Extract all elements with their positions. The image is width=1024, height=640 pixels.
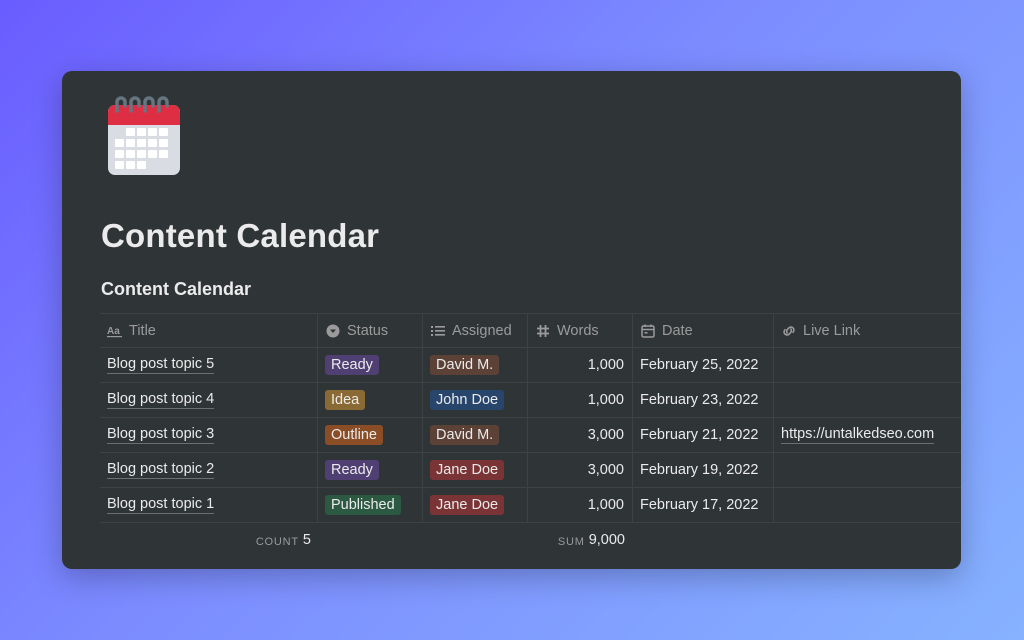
database-table: Aa Title Status Assigned Words Date Live… xyxy=(100,313,961,557)
column-header-date[interactable]: Date xyxy=(633,314,774,347)
cell-words[interactable]: 1,000 xyxy=(528,488,633,522)
date-value: February 19, 2022 xyxy=(640,462,759,478)
words-value: 3,000 xyxy=(587,427,624,443)
cell-status[interactable]: Ready xyxy=(318,453,423,487)
table-row[interactable]: Blog post topic 4 Idea John Doe 1,000 Februa… xyxy=(100,383,961,418)
words-value: 1,000 xyxy=(587,357,624,373)
cell-status[interactable]: Ready xyxy=(318,348,423,382)
cell-assigned[interactable]: Jane Doe xyxy=(423,453,528,487)
calendar-small-icon xyxy=(640,323,656,339)
words-value: 3,000 xyxy=(587,462,624,478)
row-title[interactable]: Blog post topic 2 xyxy=(107,461,215,479)
cell-assigned[interactable]: David M. xyxy=(423,348,528,382)
cell-date[interactable]: February 19, 2022 xyxy=(633,453,774,487)
cell-date[interactable]: February 25, 2022 xyxy=(633,348,774,382)
column-header-assigned[interactable]: Assigned xyxy=(423,314,528,347)
live-link[interactable]: https://untalkedseo.com xyxy=(781,426,935,444)
cell-title[interactable]: Blog post topic 3 xyxy=(100,418,318,452)
text-aa-icon: Aa xyxy=(107,323,123,339)
status-tag[interactable]: Ready xyxy=(325,355,379,375)
select-chevron-icon xyxy=(325,323,341,339)
database-title[interactable]: Content Calendar xyxy=(101,279,251,300)
hash-icon xyxy=(535,323,551,339)
date-value: February 21, 2022 xyxy=(640,427,759,443)
cell-assigned[interactable]: David M. xyxy=(423,418,528,452)
calendar-icon[interactable] xyxy=(106,95,182,177)
cell-words[interactable]: 1,000 xyxy=(528,348,633,382)
words-value: 1,000 xyxy=(587,392,624,408)
assigned-tag[interactable]: David M. xyxy=(430,355,500,375)
row-title[interactable]: Blog post topic 5 xyxy=(107,356,215,374)
date-value: February 25, 2022 xyxy=(640,357,759,373)
date-value: February 17, 2022 xyxy=(640,497,759,513)
list-icon xyxy=(430,323,446,339)
count-aggregate[interactable]: COUNT 5 xyxy=(100,523,318,557)
cell-words[interactable]: 3,000 xyxy=(528,453,633,487)
page-card: Content Calendar Content Calendar Aa Tit… xyxy=(62,71,961,569)
cell-date[interactable]: February 17, 2022 xyxy=(633,488,774,522)
cell-status[interactable]: Idea xyxy=(318,383,423,417)
row-title[interactable]: Blog post topic 1 xyxy=(107,496,215,514)
cell-live-link[interactable] xyxy=(774,453,961,487)
cell-live-link[interactable] xyxy=(774,348,961,382)
cell-words[interactable]: 1,000 xyxy=(528,383,633,417)
assigned-tag[interactable]: Jane Doe xyxy=(430,460,505,480)
sum-aggregate[interactable]: SUM 9,000 xyxy=(528,523,633,557)
date-value: February 23, 2022 xyxy=(640,392,759,408)
cell-date[interactable]: February 23, 2022 xyxy=(633,383,774,417)
svg-text:Aa: Aa xyxy=(107,326,120,337)
cell-title[interactable]: Blog post topic 2 xyxy=(100,453,318,487)
status-tag[interactable]: Published xyxy=(325,495,401,515)
column-header-status[interactable]: Status xyxy=(318,314,423,347)
cell-assigned[interactable]: John Doe xyxy=(423,383,528,417)
cell-status[interactable]: Outline xyxy=(318,418,423,452)
cell-title[interactable]: Blog post topic 1 xyxy=(100,488,318,522)
table-row[interactable]: Blog post topic 2 Ready Jane Doe 3,000 Febru… xyxy=(100,453,961,488)
link-icon xyxy=(781,323,797,339)
cell-live-link[interactable] xyxy=(774,383,961,417)
cell-status[interactable]: Published xyxy=(318,488,423,522)
cell-title[interactable]: Blog post topic 5 xyxy=(100,348,318,382)
table-row[interactable]: Blog post topic 1 Published Jane Doe 1,000 F… xyxy=(100,488,961,523)
assigned-tag[interactable]: David M. xyxy=(430,425,500,445)
column-header-words[interactable]: Words xyxy=(528,314,633,347)
words-value: 1,000 xyxy=(587,497,624,513)
cell-live-link[interactable]: https://untalkedseo.com xyxy=(774,418,961,452)
assigned-tag[interactable]: Jane Doe xyxy=(430,495,505,515)
cell-assigned[interactable]: Jane Doe xyxy=(423,488,528,522)
row-title[interactable]: Blog post topic 3 xyxy=(107,426,215,444)
cell-live-link[interactable] xyxy=(774,488,961,522)
cell-title[interactable]: Blog post topic 4 xyxy=(100,383,318,417)
column-header-title[interactable]: Aa Title xyxy=(100,314,318,347)
column-header-live-link[interactable]: Live Link xyxy=(774,314,961,347)
table-footer: COUNT 5 SUM 9,000 xyxy=(100,523,961,557)
page-title: Content Calendar xyxy=(101,217,380,254)
cell-date[interactable]: February 21, 2022 xyxy=(633,418,774,452)
table-header: Aa Title Status Assigned Words Date Live… xyxy=(100,313,961,348)
assigned-tag[interactable]: John Doe xyxy=(430,390,505,410)
table-row[interactable]: Blog post topic 5 Ready David M. 1,000 Febru… xyxy=(100,348,961,383)
cell-words[interactable]: 3,000 xyxy=(528,418,633,452)
row-title[interactable]: Blog post topic 4 xyxy=(107,391,215,409)
status-tag[interactable]: Idea xyxy=(325,390,366,410)
table-row[interactable]: Blog post topic 3 Outline David M. 3,000 Feb… xyxy=(100,418,961,453)
status-tag[interactable]: Ready xyxy=(325,460,379,480)
status-tag[interactable]: Outline xyxy=(325,425,383,445)
